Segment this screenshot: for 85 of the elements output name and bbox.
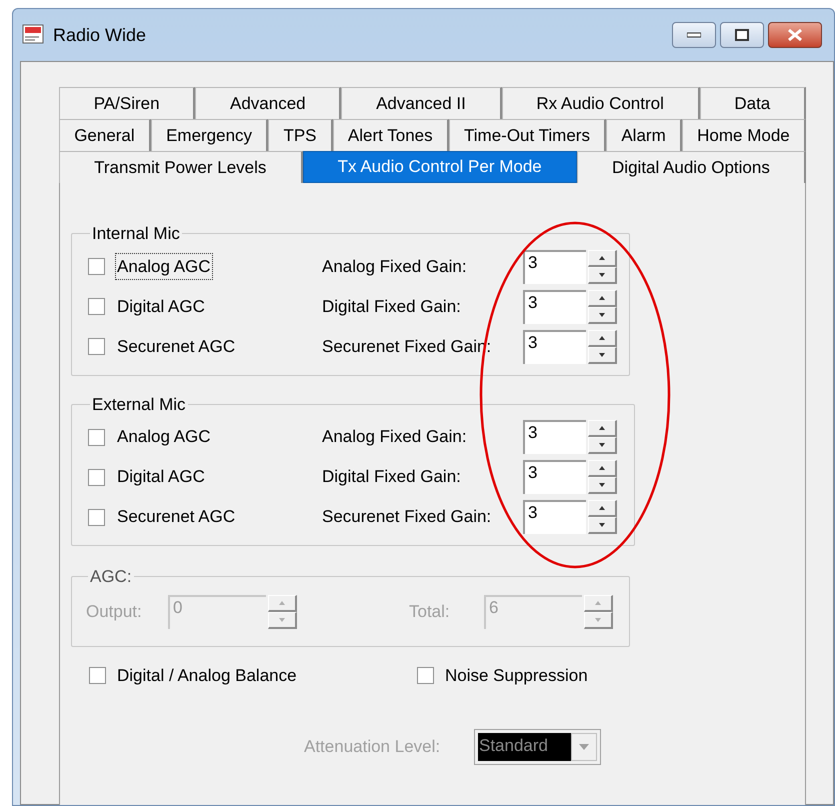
gain-label: Securenet Fixed Gain:	[322, 506, 492, 528]
gain-label: Analog Fixed Gain:	[322, 426, 468, 448]
gain-label: Digital Fixed Gain:	[322, 466, 462, 488]
checkbox[interactable]	[417, 667, 434, 684]
up-arrow-icon	[595, 600, 601, 604]
up-arrow-icon	[599, 256, 605, 260]
down-arrow-icon	[599, 483, 605, 487]
up-arrow-icon	[599, 426, 605, 430]
spin-up-button[interactable]	[588, 250, 617, 266]
spin-up-button[interactable]	[588, 290, 617, 306]
checkbox[interactable]	[88, 468, 105, 486]
group-title: Internal Mic	[91, 223, 181, 245]
tab[interactable]: PA/Siren	[59, 87, 196, 119]
maximize-button[interactable]	[720, 22, 764, 48]
checkbox-label: Noise Suppression	[445, 664, 588, 687]
up-arrow-icon	[599, 466, 605, 470]
down-arrow-icon	[279, 618, 285, 622]
close-icon	[787, 28, 803, 42]
gain-label: Analog Fixed Gain:	[322, 256, 468, 278]
checkbox-label: Analog AGC	[116, 426, 212, 448]
checkbox[interactable]	[89, 667, 106, 684]
up-arrow-icon	[599, 336, 605, 340]
close-button[interactable]	[768, 22, 822, 48]
checkbox-label: Securenet AGC	[116, 336, 236, 358]
tab[interactable]: TPS	[268, 119, 333, 151]
tab[interactable]: Time-Out Timers	[448, 119, 606, 151]
up-arrow-icon	[599, 506, 605, 510]
up-arrow-icon	[599, 296, 605, 300]
number-field[interactable]: 3	[523, 290, 586, 324]
down-arrow-icon	[595, 618, 601, 622]
tab[interactable]: Emergency	[150, 119, 268, 151]
checkbox[interactable]	[88, 428, 105, 446]
checkbox-label: Digital AGC	[116, 296, 206, 318]
minimize-button[interactable]	[672, 22, 716, 48]
checkbox-label: Securenet AGC	[116, 506, 236, 528]
tab[interactable]: Alert Tones	[332, 119, 449, 151]
tab[interactable]: General	[59, 119, 151, 151]
spin-up-button[interactable]	[588, 460, 617, 477]
group-title: AGC:	[89, 566, 133, 588]
checkbox-label: Digital AGC	[116, 466, 206, 488]
checkbox-label: Digital / Analog Balance	[117, 664, 297, 687]
checkbox[interactable]	[88, 258, 105, 275]
number-field[interactable]: 3	[523, 420, 586, 454]
tab[interactable]: Advanced	[195, 87, 342, 119]
spin-down-button[interactable]	[588, 517, 617, 534]
spin-down-button[interactable]	[588, 306, 617, 324]
number-field[interactable]: 3	[523, 330, 586, 364]
down-arrow-icon	[599, 312, 605, 316]
spin-up-button[interactable]	[588, 500, 617, 517]
down-arrow-icon	[599, 523, 605, 527]
spin-down-button[interactable]	[588, 266, 617, 284]
tab[interactable]: Digital Audio Options	[576, 151, 806, 183]
tab[interactable]: Rx Audio Control	[502, 87, 700, 119]
tab[interactable]: Tx Audio Control Per Mode	[302, 151, 577, 183]
spin-down-button[interactable]	[588, 477, 617, 494]
maximize-icon	[735, 29, 749, 41]
spin-down-button[interactable]	[588, 437, 617, 454]
up-arrow-icon	[279, 600, 285, 604]
minimize-icon	[687, 32, 701, 38]
checkbox[interactable]	[88, 338, 105, 355]
attenuation-label: Attenuation Level:	[304, 736, 442, 758]
tab[interactable]: Advanced II	[341, 87, 502, 119]
spin-up-button[interactable]	[588, 420, 617, 437]
down-arrow-icon	[599, 352, 605, 356]
total-label: Total:	[409, 600, 451, 623]
dropdown-value: Standard	[478, 732, 571, 760]
number-field[interactable]: 3	[523, 460, 586, 494]
spin-down-button[interactable]	[588, 346, 617, 364]
gain-label: Digital Fixed Gain:	[322, 296, 462, 318]
window-title: Radio Wide	[53, 24, 146, 46]
down-arrow-icon	[599, 272, 605, 276]
tab[interactable]: Transmit Power Levels	[59, 151, 303, 183]
down-arrow-icon	[599, 443, 605, 447]
spin-up-button[interactable]	[588, 330, 617, 346]
number-field[interactable]: 3	[523, 250, 586, 284]
tab[interactable]: Home Mode	[682, 119, 806, 151]
checkbox[interactable]	[88, 508, 105, 526]
number-field[interactable]: 3	[523, 500, 586, 534]
output-label: Output:	[86, 600, 143, 623]
down-arrow-icon	[579, 744, 589, 750]
checkbox-label: Analog AGC	[115, 252, 213, 280]
group-title: External Mic	[91, 394, 187, 416]
checkbox[interactable]	[88, 298, 105, 315]
tab[interactable]: Alarm	[606, 119, 682, 151]
tab[interactable]: Data	[700, 87, 806, 119]
